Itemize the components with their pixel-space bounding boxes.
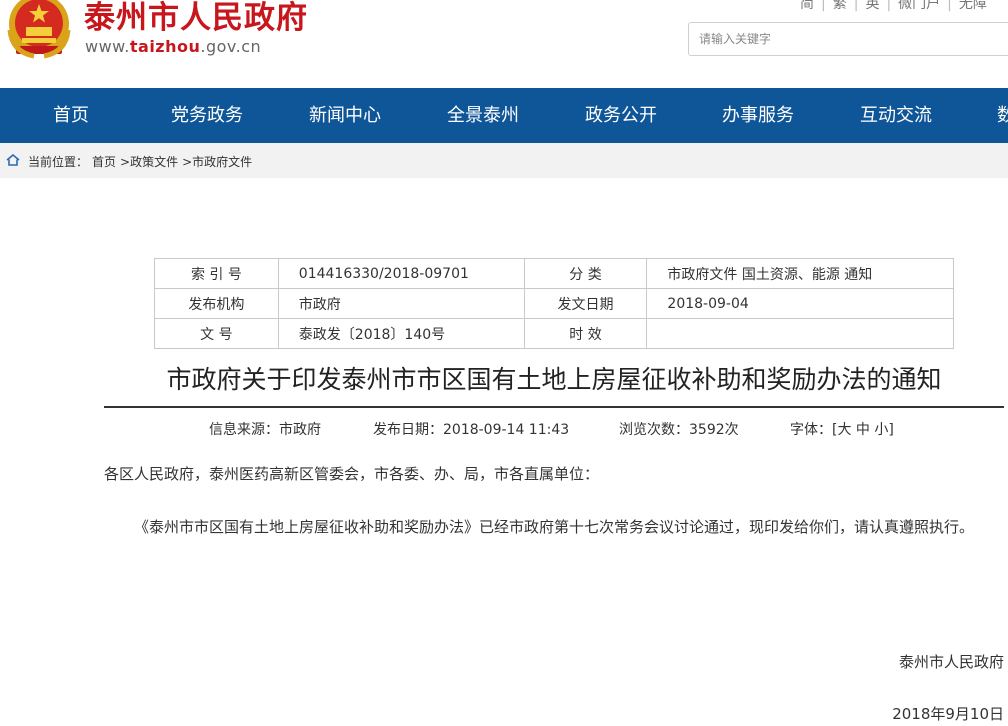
nav-item-interaction[interactable]: 互动交流 xyxy=(860,88,932,143)
nav-item-news-center[interactable]: 新闻中心 xyxy=(309,88,381,143)
site-url-highlight: taizhou xyxy=(129,37,201,56)
top-link-english[interactable]: 英 xyxy=(865,0,879,12)
article-paragraph: 《泰州市市区国有土地上房屋征收补助和奖励办法》已经市政府第十七次常务会议讨论通过… xyxy=(134,518,975,536)
issue-date-label: 发文日期 xyxy=(523,288,648,319)
breadcrumb-label: 当前位置： xyxy=(28,155,89,169)
site-title[interactable]: 泰州市人民政府 xyxy=(84,0,308,37)
publisher-value: 市政府 xyxy=(277,288,525,319)
breadcrumb: 当前位置： 首页 >政策文件 >市政府文件 xyxy=(0,143,1008,178)
document-number-label: 文 号 xyxy=(154,318,279,349)
top-link-divider: | xyxy=(947,0,952,12)
validity-label: 时 效 xyxy=(523,318,648,349)
font-size-label: 字体：[ xyxy=(790,422,838,438)
site-url-suffix: .gov.cn xyxy=(200,37,262,56)
top-link-micro-portal[interactable]: 微门户 xyxy=(898,0,940,12)
font-size-medium-button[interactable]: 中 xyxy=(856,422,870,438)
issue-date-value: 2018-09-04 xyxy=(646,288,954,319)
top-link-traditional[interactable]: 繁 xyxy=(833,0,847,12)
category-value: 市政府文件 国土资源、能源 通知 xyxy=(646,258,954,289)
signature-date: 2018年9月10日 xyxy=(892,705,1004,723)
document-number-value: 泰政发〔2018〕140号 xyxy=(277,318,525,349)
top-link-divider: | xyxy=(853,0,859,12)
table-row: 索 引 号 014416330/2018-09701 分 类 市政府文件 国土资… xyxy=(154,258,954,289)
top-link-divider: | xyxy=(821,0,826,12)
nav-item-home[interactable]: 首页 xyxy=(53,88,89,143)
index-number-value: 014416330/2018-09701 xyxy=(277,258,525,289)
site-url-prefix: www. xyxy=(85,37,130,56)
article-title: 市政府关于印发泰州市市区国有土地上房屋征收补助和奖励办法的通知 xyxy=(166,365,942,394)
top-link-accessibility[interactable]: 无障 xyxy=(959,0,987,12)
font-size-control: 字体：[大 中 小] xyxy=(790,419,894,439)
breadcrumb-policy-docs[interactable]: >政策文件 xyxy=(120,155,178,169)
breadcrumb-home[interactable]: 首页 xyxy=(92,155,116,169)
top-link-divider: | xyxy=(886,0,892,12)
article-addressee: 各区人民政府，泰州医药高新区管委会，市各委、办、局，市各直属单位： xyxy=(104,465,600,483)
publisher-label: 发布机构 xyxy=(154,288,279,319)
search-input[interactable] xyxy=(689,23,989,55)
title-divider xyxy=(104,406,1004,408)
table-row: 发布机构 市政府 发文日期 2018-09-04 xyxy=(154,288,954,319)
national-emblem-icon[interactable] xyxy=(4,0,74,60)
search-box xyxy=(688,22,1008,56)
nav-item-services[interactable]: 办事服务 xyxy=(722,88,794,143)
top-link-simplified[interactable]: 简 xyxy=(800,0,814,12)
nav-item-gov-disclosure[interactable]: 政务公开 xyxy=(585,88,657,143)
validity-value xyxy=(646,318,954,349)
main-nav: 首页 党务政务 新闻中心 全景泰州 政务公开 办事服务 互动交流 数 xyxy=(0,88,1008,143)
signature: 泰州市人民政府 xyxy=(898,653,1004,671)
top-links: 简 | 繁 | 英 | 微门户 | 无障 xyxy=(800,0,987,13)
table-row: 文 号 泰政发〔2018〕140号 时 效 xyxy=(154,318,954,349)
home-icon xyxy=(6,154,20,166)
nav-item-party-affairs[interactable]: 党务政务 xyxy=(171,88,243,143)
site-header: 泰州市人民政府 www.taizhou.gov.cn 简 | 繁 | 英 | 微门户 | 无障 xyxy=(0,0,1008,88)
publish-date: 发布日期：2018-09-14 11:43 xyxy=(373,422,570,438)
font-size-small-button[interactable]: 小] xyxy=(874,422,893,438)
breadcrumb-municipal-docs[interactable]: >市政府文件 xyxy=(182,155,252,169)
document-info-table: 索 引 号 014416330/2018-09701 分 类 市政府文件 国土资… xyxy=(154,258,954,349)
view-count: 浏览次数：3592次 xyxy=(619,422,739,438)
info-source: 信息来源：市政府 xyxy=(209,422,321,438)
index-number-label: 索 引 号 xyxy=(154,258,279,289)
category-label: 分 类 xyxy=(523,258,648,289)
nav-item-data[interactable]: 数 xyxy=(997,88,1008,143)
font-size-large-button[interactable]: 大 xyxy=(837,422,851,438)
site-url[interactable]: www.taizhou.gov.cn xyxy=(85,37,261,56)
nav-item-panorama[interactable]: 全景泰州 xyxy=(447,88,519,143)
